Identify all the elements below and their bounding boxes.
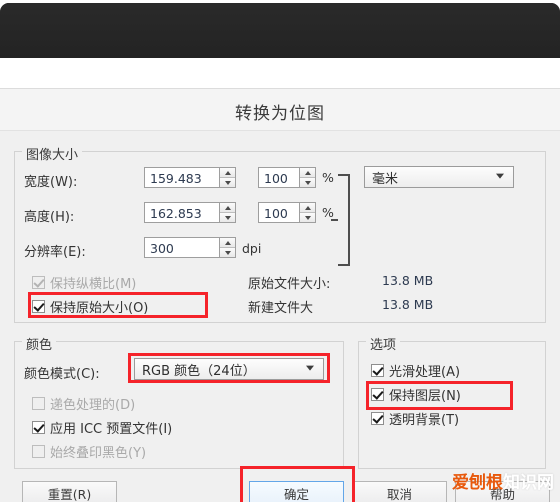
width-percent-stepper[interactable]: 100 [258,167,316,188]
dither-checkbox[interactable]: 递色处理的(D) [32,394,135,413]
width-percent-spin-up-icon[interactable] [300,168,315,178]
resolution-label: 分辨率(E): [24,245,86,260]
height-percent-input[interactable]: 100 [258,202,299,223]
window-titlebar [0,3,560,58]
height-spin-buttons[interactable] [219,202,236,223]
new-file-size-value: 13.8 MB [382,297,434,312]
height-input[interactable]: 162.853 [144,202,219,223]
resolution-spin-up-icon[interactable] [220,238,235,248]
resolution-unit-label: dpi [242,241,262,256]
width-percent-input[interactable]: 100 [258,167,299,188]
height-stepper[interactable]: 162.853 [144,202,236,223]
width-percent-spin-down-icon[interactable] [300,178,315,187]
transparent-background-label: 透明背景(T) [389,413,460,428]
color-mode-label: 颜色模式(C): [24,367,100,382]
width-input[interactable]: 159.483 [144,167,219,188]
width-percent-symbol: % [322,170,334,185]
original-file-size-value: 13.8 MB [382,273,434,288]
units-dropdown-value: 毫米 [372,171,399,187]
checkbox-box [32,421,45,434]
height-label: 高度(H): [24,210,75,225]
keep-layers-checkbox[interactable]: 保持图层(N) [371,385,461,404]
image-size-legend: 图像大小 [22,144,83,163]
height-percent-spin-up-icon[interactable] [300,203,315,213]
height-percent-spin-buttons[interactable] [299,202,316,223]
original-file-size-label: 原始文件大小: [248,277,331,292]
checkbox-box [371,364,384,377]
checkbox-box [32,397,45,410]
resolution-stepper[interactable]: 300 [144,237,236,258]
always-overprint-black-label: 始终叠印黑色(Y) [50,446,147,461]
width-spin-up-icon[interactable] [220,168,235,178]
keep-aspect-ratio-label: 保持纵横比(M) [50,277,137,292]
new-file-size-label: 新建文件大 [248,301,314,316]
anti-alias-checkbox[interactable]: 光滑处理(A) [371,361,460,380]
apply-icc-profile-checkbox[interactable]: 应用 ICC 预置文件(I) [32,418,172,437]
color-legend: 颜色 [22,334,57,353]
color-mode-dropdown[interactable]: RGB 颜色（24位） [134,358,324,380]
anti-alias-label: 光滑处理(A) [389,365,461,380]
checkbox-box [32,445,45,458]
site-watermark: 爱刨根知识网 [452,468,554,493]
keep-original-size-checkbox[interactable]: 保持原始大小(O) [32,297,148,316]
keep-original-size-label: 保持原始大小(O) [50,301,149,316]
height-spin-up-icon[interactable] [220,203,235,213]
reset-button[interactable]: 重置(R) [22,481,117,502]
width-stepper[interactable]: 159.483 [144,167,236,188]
checkbox-box [371,388,384,401]
width-spin-buttons[interactable] [219,167,236,188]
convert-to-bitmap-dialog: 转换为位图 图像大小 宽度(W): 159.483 100 % 毫米 高度(H)… [0,88,560,502]
titlebar-background [0,3,560,58]
apply-icc-profile-label: 应用 ICC 预置文件(I) [50,422,173,437]
cancel-button[interactable]: 取消 [352,481,447,502]
chevron-down-icon [496,172,505,181]
dialog-title: 转换为位图 [235,104,325,124]
transparent-background-checkbox[interactable]: 透明背景(T) [371,409,459,428]
ok-button[interactable]: 确定 [249,481,344,502]
height-percent-spin-down-icon[interactable] [300,213,315,222]
watermark-red-part: 爱刨根 [452,473,503,493]
checkbox-box [371,412,384,425]
watermark-white-part: 知识网 [503,473,554,493]
checkbox-box [32,276,45,289]
dither-label: 递色处理的(D) [50,398,136,413]
width-label: 宽度(W): [24,175,78,190]
screenshot-root: 转换为位图 图像大小 宽度(W): 159.483 100 % 毫米 高度(H)… [0,0,560,502]
checkbox-box [32,300,45,313]
resolution-spin-down-icon[interactable] [220,248,235,257]
units-dropdown[interactable]: 毫米 [364,166,514,188]
height-percent-symbol: % [322,205,334,220]
resolution-input[interactable]: 300 [144,237,219,258]
height-percent-stepper[interactable]: 100 [258,202,316,223]
keep-layers-label: 保持图层(N) [389,389,461,404]
chevron-down-icon [306,364,315,373]
width-spin-down-icon[interactable] [220,178,235,187]
height-spin-down-icon[interactable] [220,213,235,222]
options-legend: 选项 [366,334,401,353]
resolution-spin-buttons[interactable] [219,237,236,258]
always-overprint-black-checkbox[interactable]: 始终叠印黑色(Y) [32,442,146,461]
link-bracket [338,174,350,266]
width-percent-spin-buttons[interactable] [299,167,316,188]
color-mode-value: RGB 颜色（24位） [142,363,256,379]
keep-aspect-ratio-checkbox[interactable]: 保持纵横比(M) [32,273,136,292]
page-white-gap [0,58,560,88]
